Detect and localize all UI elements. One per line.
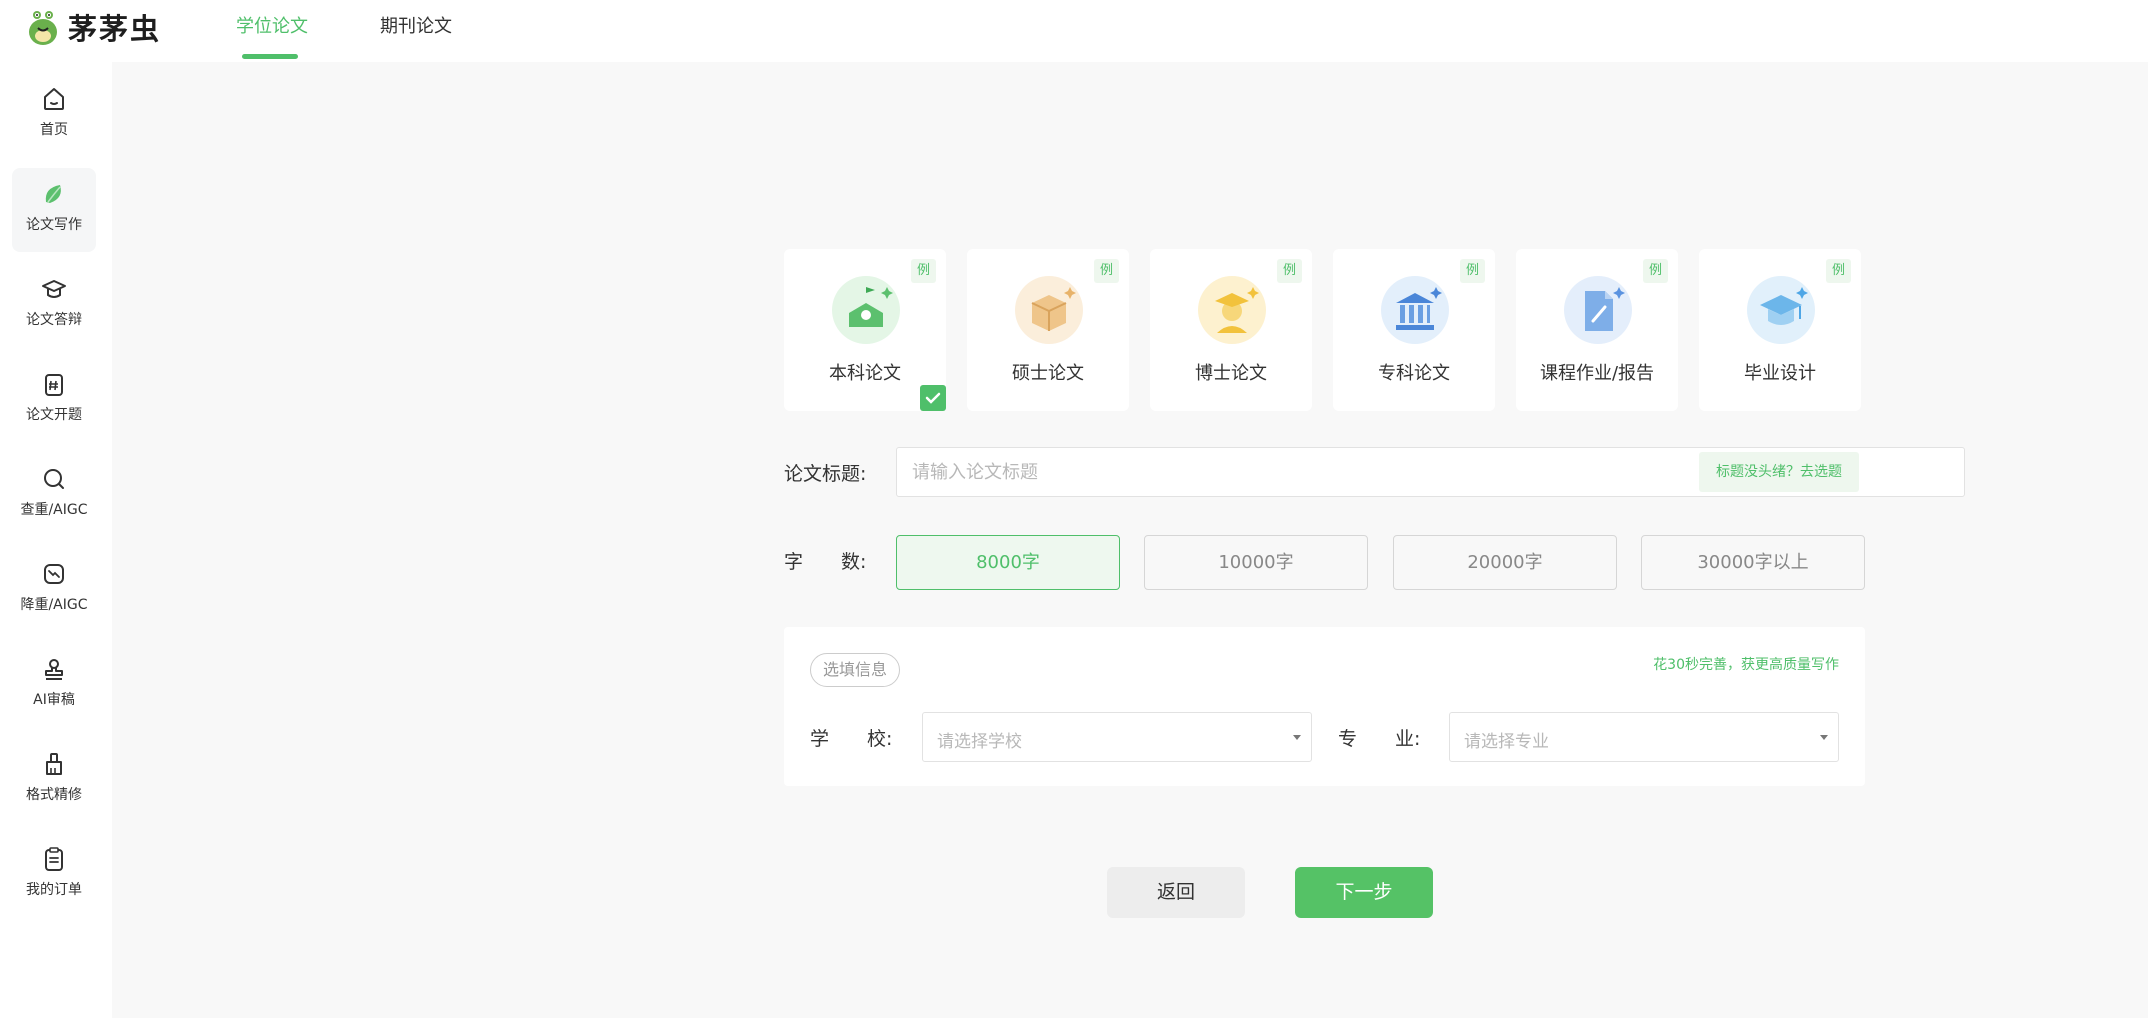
word-count-option-20000[interactable]: 20000字 (1393, 535, 1617, 590)
mascot-logo-icon (29, 11, 57, 45)
paper-type-label: 课程作业/报告 (1539, 363, 1655, 384)
sidebar-item-thesis-defense[interactable]: 论文答辩 (12, 263, 96, 347)
sidebar-item-proposal[interactable]: 论文开题 (12, 358, 96, 442)
sidebar-item-plagiarism-check[interactable]: 查重/AIGC (12, 453, 96, 537)
sidebar-item-paper-writing[interactable]: 论文写作 (12, 168, 96, 252)
document-pen-icon (1564, 276, 1632, 344)
header: 茅茅虫 学位论文 期刊论文 (0, 0, 2148, 62)
sidebar-item-format-polish[interactable]: 格式精修 (12, 738, 96, 822)
hash-clipboard-icon (45, 374, 63, 396)
active-tab-indicator (242, 54, 298, 59)
magnifier-icon (44, 469, 64, 489)
word-count-option-8000[interactable]: 8000字 (896, 535, 1120, 590)
paper-type-label: 毕业设计 (1744, 363, 1816, 384)
word-count-option-10000[interactable]: 10000字 (1144, 535, 1368, 590)
example-badge[interactable]: 例 (1276, 259, 1302, 283)
back-button[interactable]: 返回 (1107, 867, 1245, 918)
sidebar-item-label: 我的订单 (26, 882, 82, 898)
major-select-placeholder: 请选择专业 (1464, 732, 1549, 752)
brush-icon (46, 753, 62, 775)
trend-down-icon (44, 564, 64, 584)
example-badge[interactable]: 例 (1459, 259, 1485, 283)
sidebar-item-label: AI审稿 (33, 692, 75, 708)
paper-type-label: 专科论文 (1378, 363, 1450, 384)
sidebar-item-home[interactable]: 首页 (12, 73, 96, 157)
sidebar: 首页 论文写作 论文答辩 论文开题 查重/AIGC 降重/AIGC AI审稿 格… (0, 62, 108, 1018)
sidebar-item-label: 格式精修 (26, 787, 82, 803)
logo[interactable]: 茅茅虫 (26, 6, 161, 48)
example-badge[interactable]: 例 (1093, 259, 1119, 283)
logo-text: 茅茅虫 (68, 12, 162, 46)
paper-type-card-undergraduate[interactable]: 例 本科论文 (784, 249, 946, 411)
sidebar-item-label: 查重/AIGC (20, 502, 88, 518)
word-count-option-30000-plus[interactable]: 30000字以上 (1641, 535, 1865, 590)
sidebar-item-label: 论文答辩 (26, 312, 82, 328)
school-label: 学 校: (810, 728, 893, 750)
optional-info-tag: 选填信息 (810, 653, 900, 687)
stamp-icon (45, 659, 63, 680)
school-icon (832, 276, 900, 344)
topic-suggestion-link[interactable]: 标题没头绪？去选题 (1699, 452, 1859, 492)
paper-type-card-doctoral[interactable]: 例 博士论文 (1150, 249, 1312, 411)
optional-info-panel: 选填信息 花30秒完善，获更高质量写作 学 校: 请选择学校 专 业: 请选择专… (784, 627, 1865, 786)
tab-degree-thesis[interactable]: 学位论文 (236, 12, 308, 38)
major-select[interactable]: 请选择专业 (1449, 712, 1839, 762)
sidebar-item-my-orders[interactable]: 我的订单 (12, 833, 96, 917)
order-clipboard-icon (45, 847, 63, 871)
paper-type-card-master[interactable]: 例 硕士论文 (967, 249, 1129, 411)
example-badge[interactable]: 例 (910, 259, 936, 283)
chevron-down-icon (1820, 735, 1828, 740)
school-select[interactable]: 请选择学校 (922, 712, 1312, 762)
paper-type-label: 硕士论文 (1012, 363, 1084, 384)
optional-info-hint: 花30秒完善，获更高质量写作 (1653, 657, 1839, 673)
paper-type-card-graduation-design[interactable]: 例 毕业设计 (1699, 249, 1861, 411)
paper-type-card-coursework[interactable]: 例 课程作业/报告 (1516, 249, 1678, 411)
grad-cap-icon (1747, 276, 1815, 344)
home-icon (44, 88, 64, 110)
sidebar-item-label: 首页 (40, 122, 68, 138)
institution-icon (1381, 276, 1449, 344)
paper-type-card-junior-college[interactable]: 例 专科论文 (1333, 249, 1495, 411)
book-box-icon (1015, 276, 1083, 344)
sidebar-item-label: 降重/AIGC (20, 597, 88, 613)
example-badge[interactable]: 例 (1825, 259, 1851, 283)
sidebar-item-ai-review[interactable]: AI审稿 (12, 643, 96, 727)
selected-check-icon (920, 385, 946, 411)
leaf-icon (45, 185, 61, 203)
paper-type-label: 本科论文 (829, 363, 901, 384)
major-label: 专 业: (1338, 728, 1421, 750)
paper-type-label: 博士论文 (1195, 363, 1267, 384)
example-badge[interactable]: 例 (1642, 259, 1668, 283)
graduation-cap-icon (42, 280, 66, 298)
tab-journal-paper[interactable]: 期刊论文 (380, 12, 452, 38)
word-count-label: 字 数: (784, 551, 867, 573)
chevron-down-icon (1293, 735, 1301, 740)
school-select-placeholder: 请选择学校 (937, 732, 1022, 752)
title-field-label: 论文标题: (784, 463, 867, 485)
doctor-icon (1198, 276, 1266, 344)
sidebar-item-reduce-duplication[interactable]: 降重/AIGC (12, 548, 96, 632)
sidebar-item-label: 论文开题 (26, 407, 82, 423)
sidebar-item-label: 论文写作 (26, 217, 82, 233)
next-step-button[interactable]: 下一步 (1295, 867, 1433, 918)
